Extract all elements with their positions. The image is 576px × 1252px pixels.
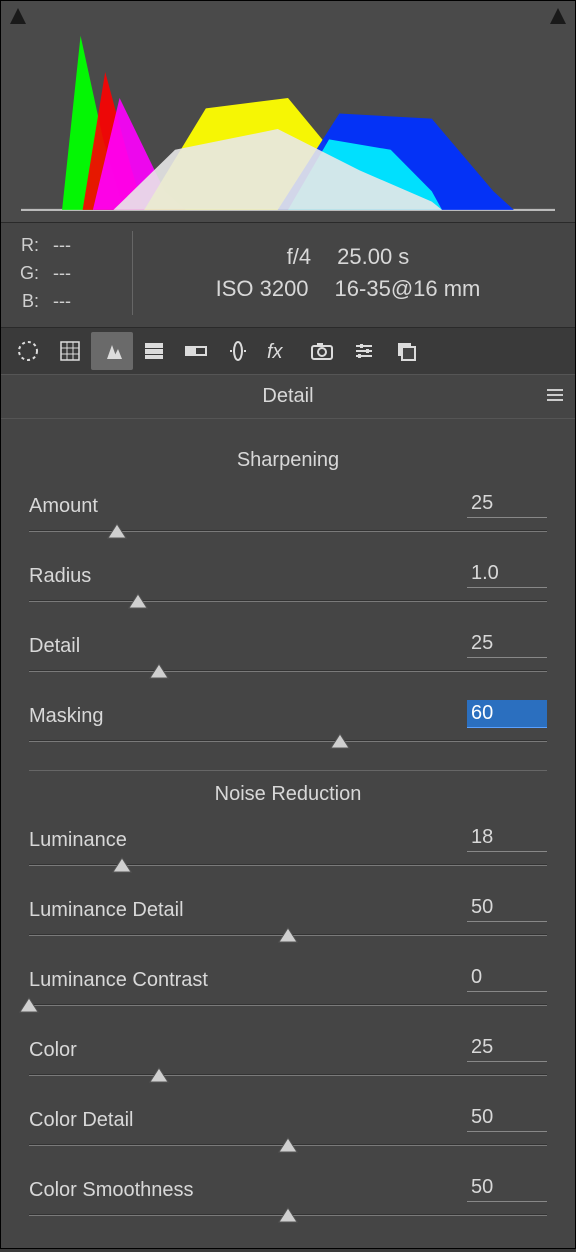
luminance-contrast-thumb[interactable] — [18, 996, 40, 1014]
color-label: Color — [29, 1039, 77, 1062]
detail-panel: R: --- G: --- B: --- f/4 25.00 s ISO 3200 1… — [0, 0, 576, 1249]
amount-slider[interactable] — [29, 524, 547, 538]
luminance-slider[interactable] — [29, 858, 547, 872]
color-smoothness-label: Color Smoothness — [29, 1179, 194, 1202]
radius-thumb[interactable] — [127, 592, 149, 610]
detail-value[interactable]: 25 — [467, 630, 547, 658]
color-detail-label: Color Detail — [29, 1109, 133, 1132]
exif-readout: f/4 25.00 s ISO 3200 16-35@16 mm — [133, 231, 563, 315]
tab-snapshots[interactable] — [385, 332, 427, 370]
color-detail-value[interactable]: 50 — [467, 1104, 547, 1132]
luminance-detail-slider[interactable] — [29, 928, 547, 942]
amount-thumb[interactable] — [106, 522, 128, 540]
tab-detail[interactable] — [91, 332, 133, 370]
histogram-plot — [21, 15, 555, 212]
color-value[interactable]: 25 — [467, 1034, 547, 1062]
radius-slider[interactable] — [29, 594, 547, 608]
exif-iso: ISO 3200 — [216, 276, 309, 302]
luminance-contrast-label: Luminance Contrast — [29, 969, 208, 992]
b-value: --- — [53, 287, 71, 315]
panel-menu-icon[interactable] — [545, 387, 565, 411]
detail-label: Detail — [29, 635, 80, 658]
tab-hsl[interactable] — [133, 332, 175, 370]
tab-effects[interactable]: fx — [259, 332, 301, 370]
masking-label: Masking — [29, 705, 103, 728]
luminance-value[interactable]: 18 — [467, 824, 547, 852]
meta-row: R: --- G: --- B: --- f/4 25.00 s ISO 3200 1… — [1, 223, 575, 328]
amount-label: Amount — [29, 495, 98, 518]
section-header: Detail — [1, 375, 575, 419]
svg-text:fx: fx — [267, 341, 284, 363]
sharpening-title: Sharpening — [29, 449, 547, 472]
b-label: B: — [13, 287, 39, 315]
slider-color-detail: Color Detail 50 — [29, 1104, 547, 1152]
r-label: R: — [13, 231, 39, 259]
slider-luminance-contrast: Luminance Contrast 0 — [29, 964, 547, 1012]
luminance-thumb[interactable] — [111, 856, 133, 874]
slider-luminance: Luminance 18 — [29, 824, 547, 872]
tab-tone-curve[interactable] — [49, 332, 91, 370]
panel-tabstrip: fx — [1, 328, 575, 375]
color-detail-slider[interactable] — [29, 1138, 547, 1152]
color-smoothness-thumb[interactable] — [277, 1206, 299, 1224]
color-slider[interactable] — [29, 1068, 547, 1082]
tab-lens-corrections[interactable] — [217, 332, 259, 370]
noise-title: Noise Reduction — [29, 783, 547, 806]
tab-presets[interactable] — [343, 332, 385, 370]
radius-label: Radius — [29, 565, 91, 588]
luminance-contrast-value[interactable]: 0 — [467, 964, 547, 992]
tab-basic[interactable] — [7, 332, 49, 370]
detail-slider[interactable] — [29, 664, 547, 678]
g-value: --- — [53, 259, 71, 287]
exif-aperture: f/4 — [287, 244, 311, 270]
luminance-detail-value[interactable]: 50 — [467, 894, 547, 922]
slider-color-smoothness: Color Smoothness 50 — [29, 1174, 547, 1222]
color-thumb[interactable] — [148, 1066, 170, 1084]
exif-shutter: 25.00 s — [337, 244, 409, 270]
tab-camera-calibration[interactable] — [301, 332, 343, 370]
luminance-label: Luminance — [29, 829, 127, 852]
color-smoothness-value[interactable]: 50 — [467, 1174, 547, 1202]
slider-luminance-detail: Luminance Detail 50 — [29, 894, 547, 942]
luminance-detail-label: Luminance Detail — [29, 899, 184, 922]
masking-value[interactable]: 60 — [467, 700, 547, 728]
tab-split-toning[interactable] — [175, 332, 217, 370]
amount-value[interactable]: 25 — [467, 490, 547, 518]
detail-thumb[interactable] — [148, 662, 170, 680]
slider-detail: Detail 25 — [29, 630, 547, 678]
controls-area: Sharpening Amount 25 Radius 1.0 D — [1, 419, 575, 1248]
histogram[interactable] — [1, 1, 575, 223]
slider-amount: Amount 25 — [29, 490, 547, 538]
color-smoothness-slider[interactable] — [29, 1208, 547, 1222]
radius-value[interactable]: 1.0 — [467, 560, 547, 588]
r-value: --- — [53, 231, 71, 259]
section-title: Detail — [262, 385, 313, 408]
slider-masking: Masking 60 — [29, 700, 547, 748]
slider-radius: Radius 1.0 — [29, 560, 547, 608]
g-label: G: — [13, 259, 39, 287]
masking-slider[interactable] — [29, 734, 547, 748]
rgb-readout: R: --- G: --- B: --- — [13, 231, 133, 315]
slider-color: Color 25 — [29, 1034, 547, 1082]
luminance-detail-thumb[interactable] — [277, 926, 299, 944]
exif-lens: 16-35@16 mm — [335, 276, 481, 302]
masking-thumb[interactable] — [329, 732, 351, 750]
luminance-contrast-slider[interactable] — [29, 998, 547, 1012]
group-divider — [29, 770, 547, 771]
color-detail-thumb[interactable] — [277, 1136, 299, 1154]
